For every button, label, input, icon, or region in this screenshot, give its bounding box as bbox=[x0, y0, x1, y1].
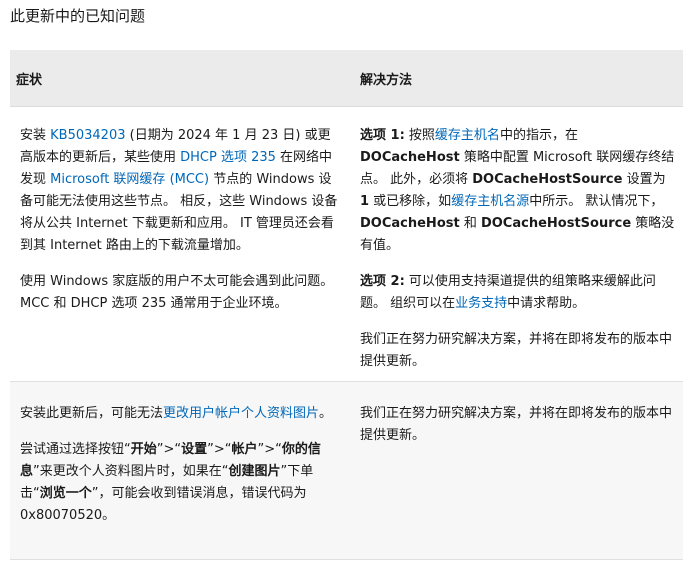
table-row: 安装 KB5034203 (日期为 2024 年 1 月 23 日) 或更高版本… bbox=[10, 107, 683, 382]
symptom-paragraph: 安装此更新后，可能无法更改用户帐户个人资料图片。 bbox=[20, 406, 333, 421]
resolution-cell: 我们正在努力研究解决方案，并将在即将发布的版本中提供更新。 bbox=[353, 382, 683, 559]
dhcp-option-link[interactable]: DHCP 选项 235 bbox=[180, 150, 276, 165]
symptom-paragraph: 尝试通过选择按钮“开始”>“设置”>“帐户”>“你的信息”来更改个人资料图片时，… bbox=[20, 442, 321, 523]
symptom-cell: 安装 KB5034203 (日期为 2024 年 1 月 23 日) 或更高版本… bbox=[10, 107, 353, 381]
resolution-paragraph: 我们正在努力研究解决方案，并将在即将发布的版本中提供更新。 bbox=[360, 332, 673, 369]
business-support-link[interactable]: 业务支持 bbox=[455, 296, 507, 311]
change-profile-picture-link[interactable]: 更改用户帐户个人资料图片 bbox=[163, 406, 319, 421]
symptom-paragraph: 安装 KB5034203 (日期为 2024 年 1 月 23 日) 或更高版本… bbox=[20, 128, 338, 253]
table-row: 安装此更新后，可能无法更改用户帐户个人资料图片。 尝试通过选择按钮“开始”>“设… bbox=[10, 382, 683, 560]
cache-hostname-link[interactable]: 缓存主机名 bbox=[435, 128, 500, 143]
header-symptom: 症状 bbox=[16, 72, 43, 88]
kb-link[interactable]: KB5034203 bbox=[50, 128, 125, 143]
symptom-cell: 安装此更新后，可能无法更改用户帐户个人资料图片。 尝试通过选择按钮“开始”>“设… bbox=[10, 382, 353, 559]
header-resolution: 解决方法 bbox=[360, 72, 413, 88]
symptom-paragraph: 使用 Windows 家庭版的用户不太可能会遇到此问题。 MCC 和 DHCP … bbox=[20, 274, 334, 311]
resolution-paragraph: 选项 2: 可以使用支持渠道提供的组策略来缓解此问题。 组织可以在业务支持中请求… bbox=[360, 274, 656, 311]
known-issues-table: 症状 解决方法 安装 KB5034203 (日期为 2024 年 1 月 23 … bbox=[10, 50, 683, 560]
resolution-paragraph: 我们正在努力研究解决方案，并将在即将发布的版本中提供更新。 bbox=[360, 406, 673, 443]
page-title: 此更新中的已知问题 bbox=[10, 7, 146, 25]
resolution-cell: 选项 1: 按照缓存主机名中的指示，在 DOCacheHost 策略中配置 Mi… bbox=[353, 107, 683, 381]
table-header: 症状 解决方法 bbox=[10, 50, 683, 107]
resolution-paragraph: 选项 1: 按照缓存主机名中的指示，在 DOCacheHost 策略中配置 Mi… bbox=[360, 128, 675, 253]
cache-hostname-source-link[interactable]: 缓存主机名源 bbox=[451, 194, 529, 209]
mcc-link[interactable]: Microsoft 联网缓存 (MCC) bbox=[50, 172, 209, 187]
